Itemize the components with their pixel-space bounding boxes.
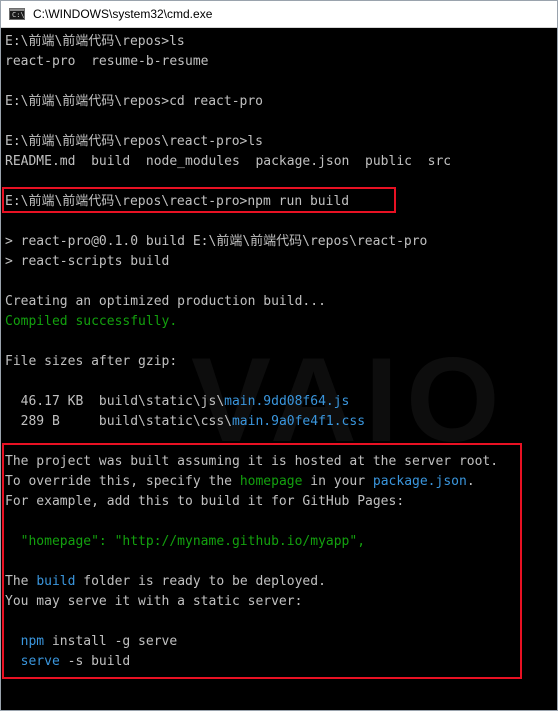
console-line: E:\前端\前端代码\repos>ls (5, 32, 557, 52)
window-title: C:\WINDOWS\system32\cmd.exe (33, 7, 213, 21)
console-text: Compiled successfully. (5, 314, 178, 329)
console-line: 46.17 KB build\static\js\main.9dd08f64.j… (5, 392, 557, 412)
title-bar[interactable]: C:\ C:\WINDOWS\system32\cmd.exe (1, 1, 557, 28)
console-text: main.9a0fe4f1.css (231, 414, 366, 429)
console-text: E:\前端\前端代码\repos\react-pro>ls (5, 134, 264, 149)
console-line: react-pro resume-b-resume (5, 52, 557, 72)
npm-run-build-highlight (2, 187, 396, 213)
cmd-icon: C:\ (9, 8, 25, 20)
console-line: > react-scripts build (5, 252, 557, 272)
console-text: E:\前端\前端代码\repos>cd react-pro (5, 94, 264, 109)
console-text: > react-scripts build (5, 254, 170, 269)
console-text: > react-pro@0.1.0 build E:\前端\前端代码\repos… (5, 234, 428, 249)
console-line: Compiled successfully. (5, 312, 557, 332)
console-line: File sizes after gzip: (5, 352, 557, 372)
cmd-window: C:\ C:\WINDOWS\system32\cmd.exe VAIO E:\… (0, 0, 558, 711)
deploy-info-highlight (2, 443, 522, 679)
console-text: 46.17 KB build\static\js\ (5, 394, 225, 409)
console-text: E:\前端\前端代码\repos>ls (5, 34, 185, 49)
console-text: Creating an optimized production build..… (5, 294, 326, 309)
console-text: main.9dd08f64.js (224, 394, 350, 409)
console-text: File sizes after gzip: (5, 354, 178, 369)
console-text: react-pro resume-b-resume (5, 54, 209, 69)
console-line: > react-pro@0.1.0 build E:\前端\前端代码\repos… (5, 232, 557, 252)
console-line: E:\前端\前端代码\repos\react-pro>ls (5, 132, 557, 152)
console-text: README.md build node_modules package.jso… (5, 154, 452, 169)
console-line: README.md build node_modules package.jso… (5, 152, 557, 172)
console-line: Creating an optimized production build..… (5, 292, 557, 312)
console-text: 289 B build\static\css\ (5, 414, 232, 429)
console-line: E:\前端\前端代码\repos>cd react-pro (5, 92, 557, 112)
console-line: 289 B build\static\css\main.9a0fe4f1.css (5, 412, 557, 432)
